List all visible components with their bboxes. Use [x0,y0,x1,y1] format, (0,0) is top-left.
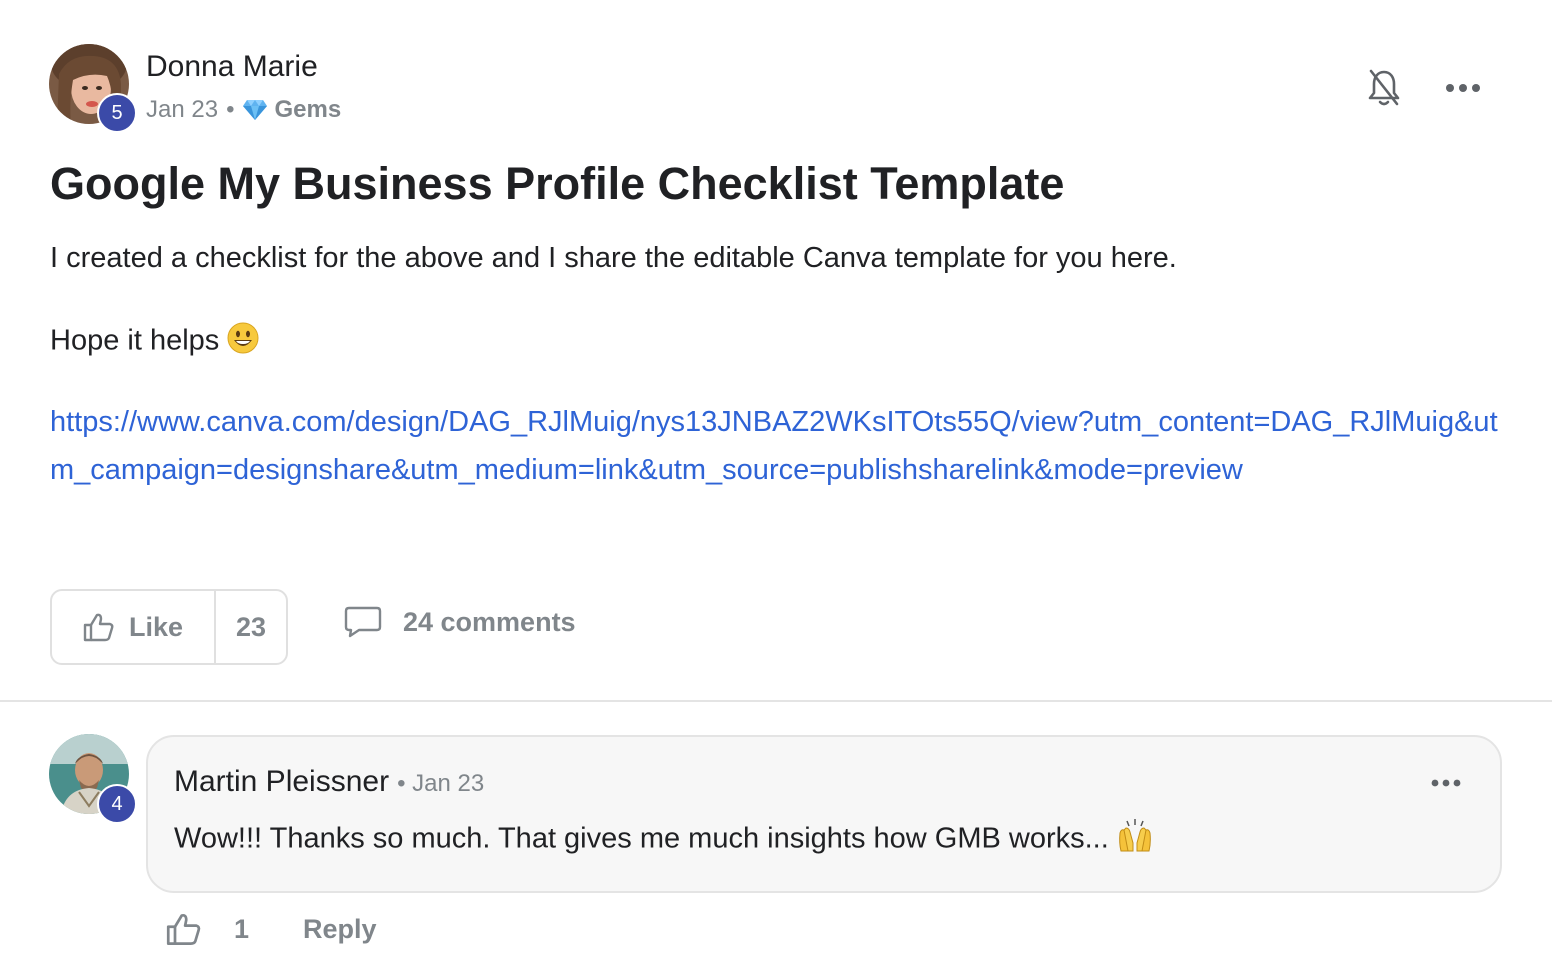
gem-icon [242,99,268,121]
comment-text-content: Wow!!! Thanks so much. That gives me muc… [174,822,1109,855]
author-name[interactable]: Donna Marie [146,50,318,84]
canva-template-link[interactable]: https://www.canva.com/design/DAG_RJlMuig… [50,398,1510,494]
comment-icon [344,606,382,638]
commenter-avatar[interactable]: 4 [49,734,137,824]
post: 5 Donna Marie Jan 23 • Gems Google My Bu… [0,0,1552,700]
notification-toggle-button[interactable] [1364,66,1404,110]
smiley-emoji-icon [227,322,259,362]
raising-hands-emoji-icon [1117,819,1153,861]
thumbs-up-icon [83,613,114,642]
commenter-name[interactable]: Martin Pleissner [174,765,389,799]
meta-separator: • [226,96,235,123]
post-paragraph-2: Hope it helps [50,322,259,362]
post-paragraph-1: I created a checklist for the above and … [50,242,1177,274]
post-date[interactable]: Jan 23 [146,96,218,124]
like-control: Like 23 [50,589,288,665]
reply-button[interactable]: Reply [303,914,377,945]
more-horizontal-icon [1431,779,1461,787]
thumbs-up-icon [166,913,201,945]
comment-actions: 1 Reply [166,912,377,946]
comment-header: Martin Pleissner • Jan 23 [174,765,484,799]
author-avatar[interactable]: 5 [49,44,137,133]
comment-text: Wow!!! Thanks so much. That gives me muc… [174,819,1153,861]
like-label: Like [128,611,184,642]
commenter-level-badge: 4 [97,784,137,824]
post-meta: Jan 23 • Gems [146,96,341,124]
post-title: Google My Business Profile Checklist Tem… [50,158,1065,209]
like-count[interactable]: 23 [216,591,286,663]
like-button[interactable]: Like [52,591,216,663]
comment-date: • Jan 23 [397,770,485,797]
post-divider [0,700,1552,702]
comments-count-label: 24 comments [403,606,576,637]
comments-button[interactable]: 24 comments [343,605,576,639]
comment-bubble: Martin Pleissner • Jan 23 Wow!!! Thanks … [146,735,1502,893]
comment-more-options-button[interactable] [1426,771,1466,795]
comment-like-button[interactable] [166,912,202,946]
comment-like-count[interactable]: 1 [234,914,249,945]
post-category[interactable]: Gems [274,96,341,124]
more-horizontal-icon [1446,84,1480,92]
post-more-options-button[interactable] [1440,74,1486,102]
author-level-badge: 5 [97,93,137,133]
post-paragraph-2-text: Hope it helps [50,324,220,357]
bell-off-icon [1368,69,1400,106]
